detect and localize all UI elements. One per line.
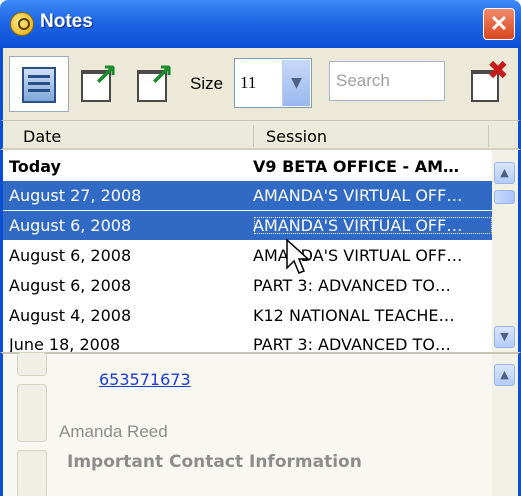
send-arrow-icon: [137, 58, 174, 102]
toolbar: Size 11 ▼ Search ✖: [0, 48, 521, 120]
table-row[interactable]: August 6, 2008 AMANDA'S VIRTUAL OFF…: [3, 211, 493, 240]
scroll-down-icon[interactable]: ▼: [494, 326, 515, 348]
row-date: August 4, 2008: [9, 306, 132, 325]
contact-name: Amanda Reed: [59, 422, 168, 441]
table-row[interactable]: August 4, 2008 K12 NATIONAL TEACHE…: [3, 301, 493, 330]
row-date: August 27, 2008: [9, 186, 142, 205]
window-title: Notes: [40, 11, 93, 32]
row-session: PART 3: ADVANCED TO…: [253, 335, 451, 352]
row-session: AMANDA'S VIRTUAL OFF…: [253, 216, 493, 235]
notes-app-icon: [10, 12, 34, 36]
mouse-cursor-icon: [286, 238, 310, 274]
row-date: August 6, 2008: [9, 276, 132, 295]
font-size-value: 11: [240, 73, 257, 92]
export-button[interactable]: [71, 56, 127, 112]
row-session: PART 3: ADVANCED TO…: [253, 276, 451, 295]
row-date: June 18, 2008: [9, 335, 121, 352]
note-tab: [17, 450, 47, 496]
table-row[interactable]: August 27, 2008 AMANDA'S VIRTUAL OFF…: [3, 181, 493, 210]
phone-link[interactable]: 653571673: [99, 370, 191, 389]
chevron-down-icon[interactable]: ▼: [282, 60, 310, 106]
row-date: August 6, 2008: [9, 246, 132, 265]
table-row[interactable]: June 18, 2008 PART 3: ADVANCED TO…: [3, 330, 493, 352]
row-date: Today: [9, 157, 61, 176]
notes-list-icon: [22, 67, 56, 103]
delete-x-icon: ✖: [487, 56, 509, 86]
scroll-up-icon[interactable]: ▲: [494, 364, 515, 386]
export-arrow-icon: [81, 58, 118, 102]
font-size-select[interactable]: 11 ▼: [234, 58, 312, 108]
table-row[interactable]: August 6, 2008 PART 3: ADVANCED TO…: [3, 271, 493, 300]
title-bar: Notes ✕: [0, 0, 521, 48]
row-session: K12 NATIONAL TEACHE…: [253, 306, 455, 325]
table-row[interactable]: August 6, 2008 AMANDA'S VIRTUAL OFF…: [3, 241, 493, 270]
delete-note-button[interactable]: ✖: [461, 56, 517, 112]
column-divider[interactable]: [253, 125, 254, 147]
row-session: V9 BETA OFFICE - AM…: [253, 157, 460, 176]
column-header-session[interactable]: Session: [266, 127, 327, 146]
column-header-date[interactable]: Date: [23, 127, 61, 146]
close-button[interactable]: ✕: [483, 8, 515, 40]
notes-list: Today V9 BETA OFFICE - AM… August 27, 20…: [0, 150, 521, 352]
note-details-panel: 653571673 Amanda Reed Important Contact …: [0, 352, 521, 496]
grid-header: Date Session: [0, 120, 521, 150]
column-divider[interactable]: [488, 125, 489, 147]
row-session: AMANDA'S VIRTUAL OFF…: [253, 186, 463, 205]
scroll-up-icon[interactable]: ▲: [494, 162, 515, 184]
note-tab: [17, 352, 47, 376]
details-scrollbar[interactable]: ▲: [492, 354, 518, 496]
row-date: August 6, 2008: [9, 216, 132, 235]
send-button[interactable]: [127, 56, 183, 112]
size-label: Size: [190, 74, 224, 93]
note-tab: [17, 384, 47, 442]
list-scrollbar[interactable]: ▲ ▼: [492, 150, 518, 352]
search-input[interactable]: Search: [329, 61, 445, 101]
contact-heading: Important Contact Information: [67, 452, 362, 472]
notes-view-button[interactable]: [9, 56, 69, 112]
table-row[interactable]: Today V9 BETA OFFICE - AM…: [3, 152, 493, 181]
scroll-thumb[interactable]: [494, 190, 515, 204]
